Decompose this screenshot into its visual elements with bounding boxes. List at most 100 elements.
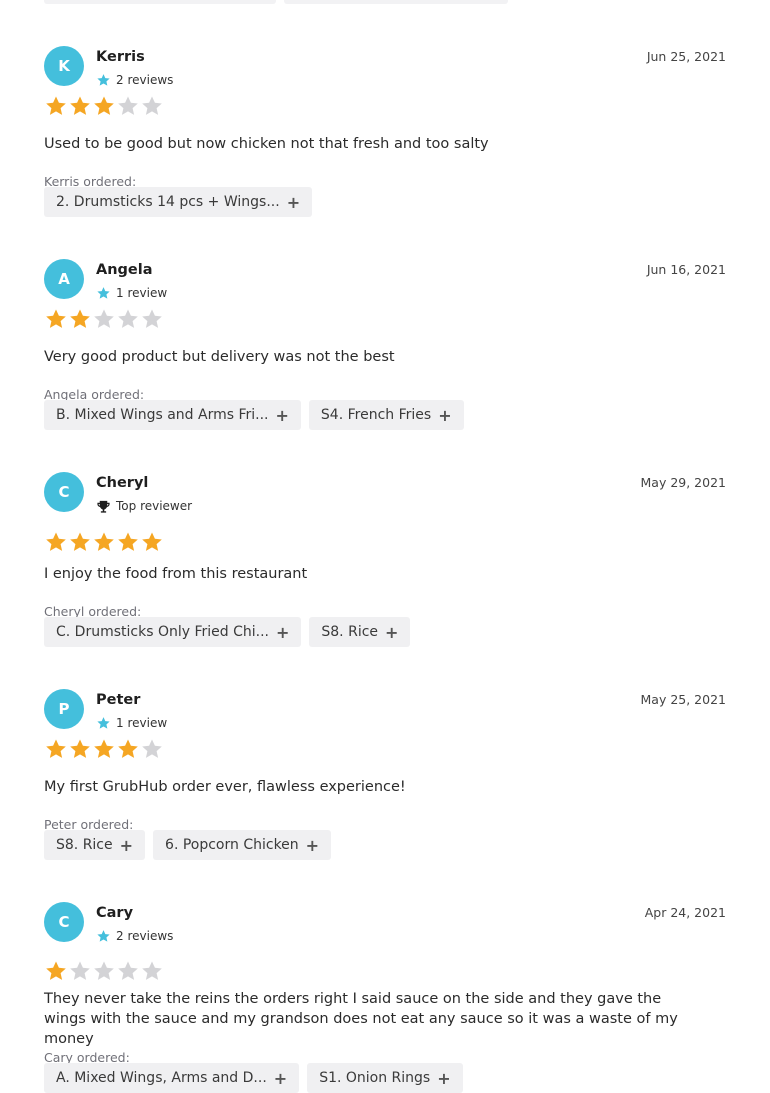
order-item-chip[interactable]: S8. Rice +: [309, 617, 411, 647]
plus-icon[interactable]: +: [306, 836, 319, 855]
star-filled-icon: [46, 96, 66, 115]
reviewer-meta-text: 2 reviews: [116, 929, 174, 943]
star-empty-icon: [142, 96, 162, 115]
order-item-label: S1. Onion Rings: [319, 1070, 431, 1086]
star-empty-icon: [118, 96, 138, 115]
review-date: May 29, 2021: [640, 475, 726, 490]
reviewer-meta-text: 1 review: [116, 716, 168, 730]
star-icon: [97, 929, 110, 942]
plus-icon[interactable]: +: [385, 623, 398, 642]
reviewer-name[interactable]: Cheryl: [96, 475, 148, 491]
order-item-chip[interactable]: A. Mixed Wings, Arms and D... +: [44, 1063, 300, 1093]
review-date: May 25, 2021: [640, 692, 726, 707]
order-item-label: S8. Rice: [321, 624, 379, 640]
star-icon: [97, 286, 110, 299]
star-filled-icon: [46, 961, 66, 980]
avatar[interactable]: A: [44, 259, 84, 299]
order-item-label: A. Mixed Wings, Arms and D...: [56, 1070, 267, 1086]
star-filled-icon: [94, 96, 114, 115]
order-item-label: 2. Drumsticks 14 pcs + Wings...: [56, 194, 280, 210]
review-date: Jun 16, 2021: [646, 262, 726, 277]
order-item-chip[interactable]: [284, 0, 508, 4]
order-item-chip[interactable]: S8. Rice +: [44, 830, 146, 860]
star-filled-icon: [70, 96, 90, 115]
plus-icon[interactable]: +: [276, 406, 289, 425]
review-card: P Peter 1 review May 25, 2021 My first GrubH…: [44, 689, 726, 860]
plus-icon[interactable]: +: [120, 836, 133, 855]
ordered-items: B. Mixed Wings and Arms Fri... + S4. Frenc…: [44, 400, 464, 430]
star-empty-icon: [142, 739, 162, 758]
star-filled-icon: [70, 532, 90, 551]
star-filled-icon: [46, 309, 66, 328]
review-text: I enjoy the food from this restaurant: [44, 566, 308, 582]
plus-icon[interactable]: +: [287, 193, 300, 212]
star-rating: [44, 530, 164, 554]
reviewer-meta-text: Top reviewer: [116, 499, 193, 513]
star-filled-icon: [46, 532, 66, 551]
star-filled-icon: [118, 532, 138, 551]
order-item-chip[interactable]: 6. Popcorn Chicken +: [153, 830, 332, 860]
star-rating: [44, 94, 164, 118]
review-card: K Kerris 2 reviews Jun 25, 2021 Used to be g…: [44, 46, 726, 217]
reviewer-meta: 1 review: [96, 715, 167, 731]
star-empty-icon: [94, 961, 114, 980]
reviewer-meta-text: 2 reviews: [116, 73, 174, 87]
reviewer-meta: Top reviewer: [96, 498, 192, 514]
order-item-chip[interactable]: B. Mixed Wings and Arms Fri... +: [44, 400, 301, 430]
plus-icon[interactable]: +: [438, 406, 451, 425]
plus-icon[interactable]: +: [276, 623, 289, 642]
star-filled-icon: [94, 739, 114, 758]
trophy-icon: [97, 500, 110, 513]
star-filled-icon: [118, 739, 138, 758]
review-card: C Cary 2 reviews Apr 24, 2021 They never tak…: [44, 902, 726, 1093]
ordered-items: S8. Rice +6. Popcorn Chicken +: [44, 830, 332, 860]
order-item-chip[interactable]: S4. French Fries +: [308, 400, 464, 430]
plus-icon[interactable]: +: [437, 1069, 450, 1088]
star-empty-icon: [118, 961, 138, 980]
order-item-chip[interactable]: C. Drumsticks Only Fried Chi... +: [44, 617, 302, 647]
star-empty-icon: [142, 961, 162, 980]
order-item-label: B. Mixed Wings and Arms Fri...: [56, 407, 269, 423]
order-item-chip[interactable]: 2. Drumsticks 14 pcs + Wings... +: [44, 187, 313, 217]
plus-icon[interactable]: +: [274, 1069, 287, 1088]
star-filled-icon: [94, 532, 114, 551]
order-item-chip[interactable]: S1. Onion Rings +: [307, 1063, 463, 1093]
star-filled-icon: [142, 532, 162, 551]
avatar[interactable]: C: [44, 472, 84, 512]
reviewer-name[interactable]: Angela: [96, 262, 153, 278]
review-card: C Cheryl Top reviewer May 29, 2021 I enjoy t…: [44, 472, 726, 647]
star-empty-icon: [118, 309, 138, 328]
ordered-items: 2. Drumsticks 14 pcs + Wings... +: [44, 187, 313, 217]
star-filled-icon: [46, 739, 66, 758]
reviewer-name[interactable]: Kerris: [96, 49, 145, 65]
order-item-label: 6. Popcorn Chicken: [165, 837, 299, 853]
star-rating: [44, 737, 164, 761]
star-filled-icon: [70, 739, 90, 758]
avatar[interactable]: P: [44, 689, 84, 729]
review-text: Used to be good but now chicken not that…: [44, 136, 489, 152]
reviewer-name[interactable]: Cary: [96, 905, 133, 921]
review-date: Jun 25, 2021: [646, 49, 726, 64]
order-item-label: S8. Rice: [56, 837, 113, 853]
reviewer-name[interactable]: Peter: [96, 692, 140, 708]
avatar[interactable]: C: [44, 902, 84, 942]
review-text: They never take the reins the orders rig…: [44, 991, 678, 1047]
ordered-items: A. Mixed Wings, Arms and D... + S1. Onion …: [44, 1063, 463, 1093]
order-item-label: C. Drumsticks Only Fried Chi...: [56, 624, 269, 640]
star-empty-icon: [70, 961, 90, 980]
reviewer-meta: 1 review: [96, 285, 167, 301]
review-text: Very good product but delivery was not t…: [44, 349, 395, 365]
reviewer-meta-text: 1 review: [116, 286, 168, 300]
star-icon: [97, 73, 110, 86]
review-card: A Angela 1 review Jun 16, 2021 Very good pro…: [44, 259, 726, 430]
star-filled-icon: [70, 309, 90, 328]
order-item-label: S4. French Fries: [320, 407, 432, 423]
star-icon: [97, 716, 110, 729]
avatar[interactable]: K: [44, 46, 84, 86]
star-empty-icon: [142, 309, 162, 328]
review-text: My first GrubHub order ever, flawless ex…: [44, 779, 406, 795]
ordered-items: C. Drumsticks Only Fried Chi... + S8. Rice…: [44, 617, 411, 647]
review-date: Apr 24, 2021: [644, 905, 726, 920]
star-rating: [44, 307, 164, 331]
order-item-chip[interactable]: [44, 0, 276, 4]
